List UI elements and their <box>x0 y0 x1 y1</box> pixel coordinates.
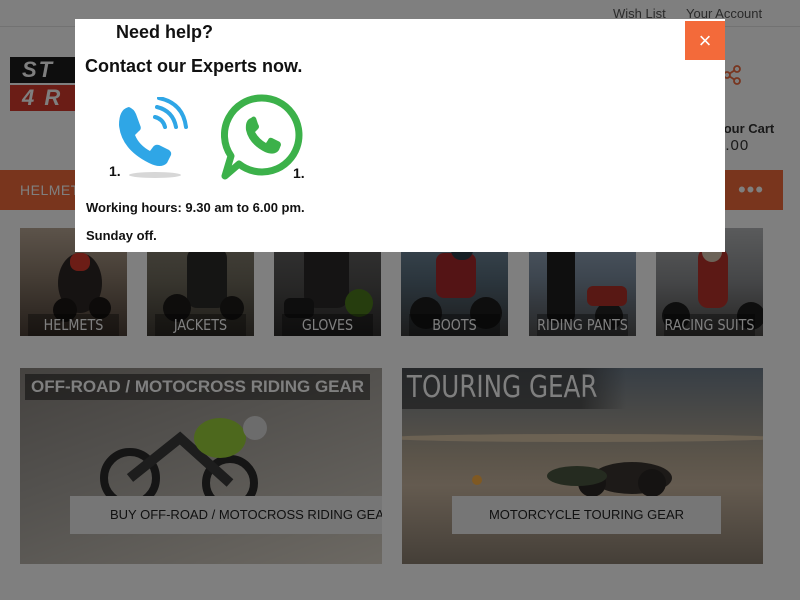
contact-experts-modal: Need help? Contact our Experts now. × 1.… <box>75 19 725 252</box>
close-button[interactable]: × <box>685 21 725 60</box>
phone-number-label: 1. <box>109 163 121 179</box>
working-hours-text: Working hours: 9.30 am to 6.00 pm. <box>86 200 305 215</box>
phone-icon <box>119 96 188 178</box>
whatsapp-contact-link[interactable]: 1. <box>221 94 311 184</box>
phone-contact-link[interactable]: 1. <box>109 96 189 182</box>
whatsapp-number-label: 1. <box>293 165 305 181</box>
sunday-off-text: Sunday off. <box>86 228 157 243</box>
modal-heading: Need help? <box>116 22 214 42</box>
modal-subheading: Contact our Experts now. <box>85 56 303 76</box>
